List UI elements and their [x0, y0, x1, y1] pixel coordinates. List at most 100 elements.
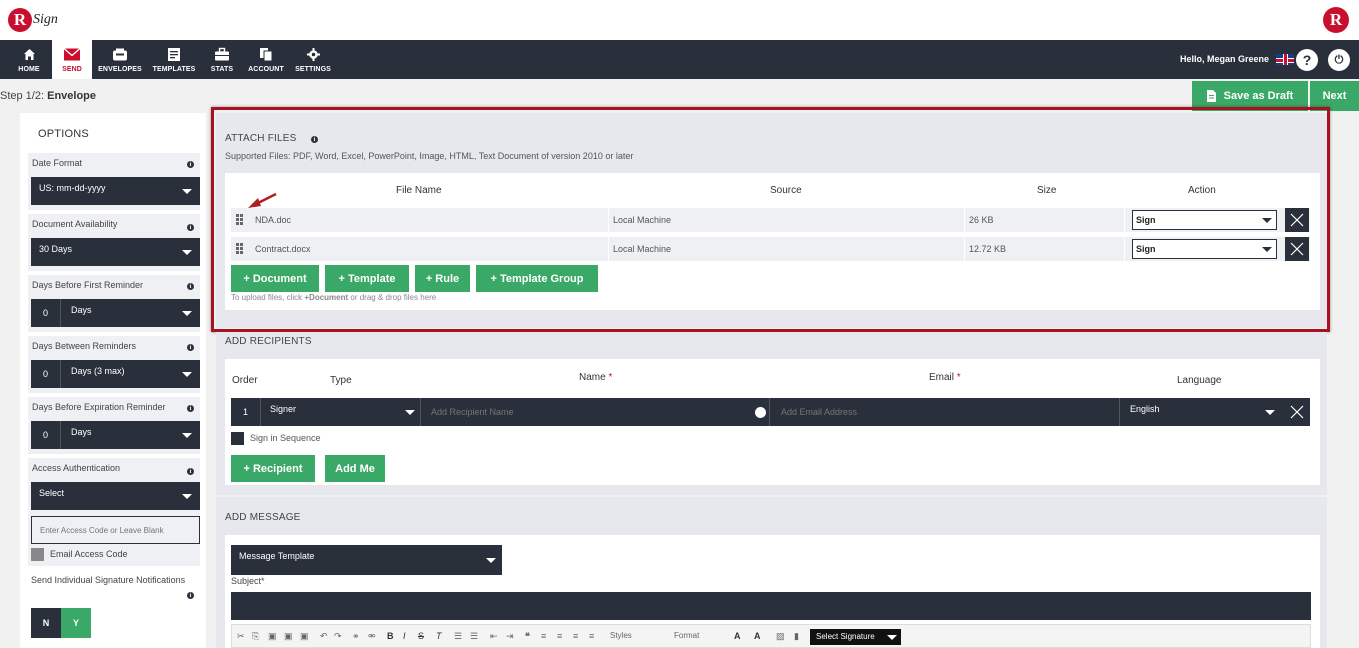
- info-icon[interactable]: i: [187, 283, 194, 290]
- availability-label: Document Availability: [32, 219, 118, 229]
- styles-dropdown[interactable]: Styles: [610, 631, 632, 640]
- step-indicator: Step 1/2: Envelope: [0, 90, 96, 102]
- availability-select[interactable]: 30 Days: [31, 238, 200, 266]
- text-color-icon[interactable]: A: [734, 631, 741, 641]
- subject-input[interactable]: [231, 592, 1311, 620]
- align-right-icon[interactable]: ≡: [573, 631, 578, 641]
- account-icon: [260, 47, 272, 61]
- between-reminders-select[interactable]: 0 Days (3 max): [31, 360, 200, 388]
- info-icon[interactable]: i: [187, 405, 194, 412]
- justify-icon[interactable]: ≡: [589, 631, 594, 641]
- cut-icon[interactable]: ✂: [237, 631, 245, 642]
- chevron-down-icon: [182, 189, 192, 194]
- date-format-select[interactable]: US: mm-dd-yyyy: [31, 177, 200, 205]
- logout-button[interactable]: ⏻: [1328, 49, 1350, 71]
- stamp-icon[interactable]: ▮: [794, 631, 799, 642]
- bullet-list-icon[interactable]: ☰: [470, 631, 478, 642]
- info-icon[interactable]: i: [187, 468, 194, 475]
- info-icon[interactable]: i: [187, 592, 194, 599]
- notifications-yes-toggle[interactable]: Y: [61, 608, 91, 638]
- highlight-annotation: [211, 107, 1330, 332]
- access-auth-value: Select: [39, 488, 65, 498]
- between-reminders-number[interactable]: 0: [31, 360, 61, 388]
- between-reminders-value: Days (3 max): [71, 366, 125, 376]
- nav-templates[interactable]: TEMPLATES: [150, 40, 198, 79]
- info-icon[interactable]: i: [187, 344, 194, 351]
- access-auth-label: Access Authentication: [32, 463, 121, 473]
- email-code-checkbox[interactable]: [31, 548, 44, 561]
- copy-icon[interactable]: ⎘: [252, 631, 259, 642]
- expiration-reminder-select[interactable]: 0 Days: [31, 421, 200, 449]
- uk-flag-icon[interactable]: [1276, 54, 1294, 65]
- unlink-icon[interactable]: ⚮: [368, 631, 376, 642]
- recipient-language-value: English: [1130, 404, 1160, 414]
- column-email: Email *: [929, 372, 961, 383]
- contact-icon[interactable]: [755, 407, 766, 418]
- format-dropdown[interactable]: Format: [674, 631, 699, 640]
- date-format-label: Date Format: [32, 158, 83, 168]
- between-reminders-option: Days Between Reminders i 0 Days (3 max): [28, 336, 200, 393]
- bold-icon[interactable]: B: [387, 631, 394, 641]
- step-name: Envelope: [47, 90, 97, 102]
- blockquote-icon[interactable]: ❝: [525, 631, 530, 642]
- nav-account[interactable]: ACCOUNT: [246, 40, 286, 79]
- chevron-down-icon: [486, 558, 496, 563]
- expiration-reminder-value: Days: [71, 427, 92, 437]
- recipient-type-select[interactable]: Signer: [261, 398, 421, 426]
- nav-label: SETTINGS: [295, 65, 331, 73]
- remove-recipient-button[interactable]: [1284, 398, 1310, 426]
- paste-word-icon[interactable]: ▣: [300, 631, 309, 642]
- undo-icon[interactable]: ↶: [320, 631, 328, 642]
- nav-envelopes[interactable]: ENVELOPES: [96, 40, 144, 79]
- recipient-language-select[interactable]: English: [1122, 398, 1282, 426]
- indent-icon[interactable]: ⇥: [506, 631, 514, 642]
- align-center-icon[interactable]: ≡: [557, 631, 562, 641]
- nav-label: SEND: [62, 65, 82, 73]
- select-signature-dropdown[interactable]: Select Signature: [810, 629, 901, 645]
- image-icon[interactable]: ▨: [776, 631, 785, 642]
- access-auth-select[interactable]: Select: [31, 482, 200, 510]
- info-icon[interactable]: i: [187, 224, 194, 231]
- help-button[interactable]: ?: [1296, 49, 1318, 71]
- first-reminder-number[interactable]: 0: [31, 299, 61, 327]
- chevron-down-icon: [182, 372, 192, 377]
- add-me-button[interactable]: Add Me: [325, 455, 385, 482]
- save-draft-label: Save as Draft: [1223, 90, 1294, 102]
- app-logo[interactable]: R Sign: [8, 7, 58, 33]
- first-reminder-select[interactable]: 0 Days: [31, 299, 200, 327]
- numbered-list-icon[interactable]: ☰: [454, 631, 462, 642]
- nav-label: STATS: [210, 65, 234, 73]
- strikethrough-icon[interactable]: S: [418, 631, 424, 641]
- access-code-input[interactable]: [31, 516, 200, 544]
- italic-icon[interactable]: I: [403, 631, 406, 641]
- options-sidebar: OPTIONS Date Format i US: mm-dd-yyyy Doc…: [20, 113, 206, 648]
- first-reminder-value: Days: [71, 305, 92, 315]
- info-icon[interactable]: i: [187, 161, 194, 168]
- access-auth-option: Access Authentication i Select Email Acc…: [28, 458, 200, 566]
- logo-initial: R: [8, 8, 32, 32]
- nav-send[interactable]: SEND: [52, 40, 92, 79]
- nav-stats[interactable]: STATS: [202, 40, 242, 79]
- sign-in-sequence-checkbox[interactable]: [231, 432, 244, 445]
- chevron-down-icon: [182, 494, 192, 499]
- link-icon[interactable]: ⚭: [352, 631, 360, 642]
- remove-format-icon[interactable]: T: [436, 631, 442, 641]
- nav-label: TEMPLATES: [152, 65, 196, 73]
- redo-icon[interactable]: ↷: [334, 631, 342, 642]
- add-recipient-button[interactable]: + Recipient: [231, 455, 315, 482]
- paste-text-icon[interactable]: ▣: [284, 631, 293, 642]
- message-title: ADD MESSAGE: [225, 512, 301, 523]
- nav-settings[interactable]: SETTINGS: [292, 40, 334, 79]
- message-template-select[interactable]: Message Template: [231, 545, 502, 575]
- notifications-no-toggle[interactable]: N: [31, 608, 61, 638]
- background-color-icon[interactable]: A: [754, 631, 761, 641]
- paste-icon[interactable]: ▣: [268, 631, 277, 642]
- recipient-email-input[interactable]: [772, 398, 1120, 426]
- align-left-icon[interactable]: ≡: [541, 631, 546, 641]
- recipient-order[interactable]: 1: [231, 398, 261, 426]
- nav-home[interactable]: HOME: [6, 40, 52, 79]
- expiration-reminder-number[interactable]: 0: [31, 421, 61, 449]
- recipient-name-input[interactable]: [422, 398, 770, 426]
- outdent-icon[interactable]: ⇤: [490, 631, 498, 642]
- column-name: Name *: [579, 372, 612, 383]
